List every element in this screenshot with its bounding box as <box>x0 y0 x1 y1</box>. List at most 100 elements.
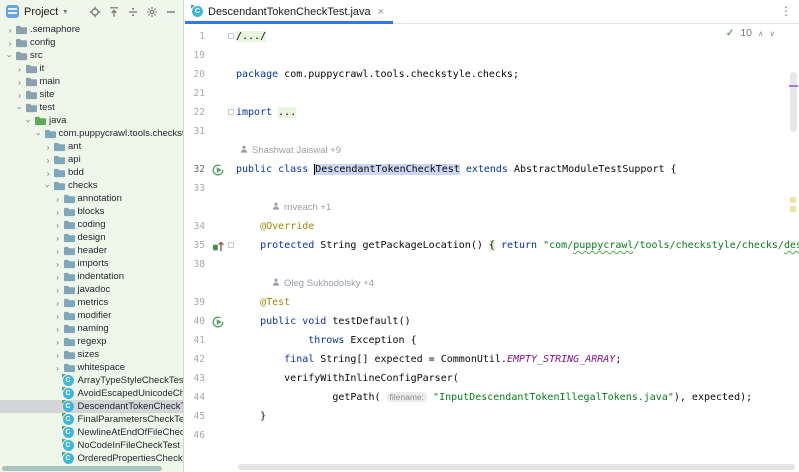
tree-horizontal-scrollbar[interactable] <box>2 466 162 471</box>
tree-item-it[interactable]: ›it <box>0 62 183 75</box>
chevron-down-icon[interactable]: › <box>24 116 34 126</box>
code-line-19[interactable]: 19 <box>185 46 799 65</box>
tree-item-imports[interactable]: ›imports <box>0 257 183 270</box>
tree-item-src[interactable]: ›src <box>0 49 183 62</box>
tree-item-design[interactable]: ›design <box>0 231 183 244</box>
tree-item-descendanttokenchecktest[interactable]: DescendantTokenCheckTest <box>0 400 183 413</box>
chevron-down-icon[interactable]: › <box>34 129 44 139</box>
fold-marker-icon[interactable] <box>228 242 234 248</box>
tree-item-nocodeinfilechecktest[interactable]: NoCodeInFileCheckTest <box>0 439 183 452</box>
code-line-22[interactable]: 22import ... <box>185 103 799 122</box>
tree-item-blocks[interactable]: ›blocks <box>0 205 183 218</box>
tree-item-header[interactable]: ›header <box>0 244 183 257</box>
tree-item-metrics[interactable]: ›metrics <box>0 296 183 309</box>
chevron-right-icon[interactable]: › <box>53 246 63 256</box>
chevron-right-icon[interactable]: › <box>5 38 15 48</box>
author-inlay-hint[interactable]: rnveach +1 <box>185 198 799 217</box>
chevron-right-icon[interactable]: › <box>15 64 25 74</box>
chevron-right-icon[interactable]: › <box>15 77 25 87</box>
code-line-44[interactable]: 44 getPath( filename: "InputDescendantTo… <box>185 388 799 407</box>
chevron-right-icon[interactable]: › <box>43 168 53 178</box>
editor-tab[interactable]: DescendantTokenCheckTest.java × <box>185 0 393 23</box>
tree-item-com-puppycrawl-tools-checkstyle[interactable]: ›com.puppycrawl.tools.checkstyle <box>0 127 183 140</box>
code-line-21[interactable]: 21 <box>185 84 799 103</box>
chevron-right-icon[interactable]: › <box>53 272 63 282</box>
tree-item-regexp[interactable]: ›regexp <box>0 335 183 348</box>
tree-item-whitespace[interactable]: ›whitespace <box>0 361 183 374</box>
tree-item-site[interactable]: ›site <box>0 88 183 101</box>
editor-horizontal-scrollbar[interactable] <box>238 464 795 470</box>
chevron-right-icon[interactable]: › <box>5 25 15 35</box>
code-line-45[interactable]: 45 } <box>185 407 799 426</box>
tree-item-java[interactable]: ›java <box>0 114 183 127</box>
chevron-right-icon[interactable]: › <box>53 337 63 347</box>
tree-item-main[interactable]: ›main <box>0 75 183 88</box>
chevron-right-icon[interactable]: › <box>53 285 63 295</box>
warning-stripe-mark[interactable] <box>790 206 796 212</box>
code-line-33[interactable]: 33 <box>185 179 799 198</box>
chevron-right-icon[interactable]: › <box>53 311 63 321</box>
chevron-right-icon[interactable]: › <box>53 207 63 217</box>
chevron-down-icon[interactable]: ▾ <box>63 7 67 16</box>
tree-item-ant[interactable]: ›ant <box>0 140 183 153</box>
previous-problem-icon[interactable]: ∧ <box>758 29 764 38</box>
tree-item-test[interactable]: ›test <box>0 101 183 114</box>
code-line-31[interactable]: 31 <box>185 122 799 141</box>
tab-close-icon[interactable]: × <box>378 6 384 18</box>
code-line-46[interactable]: 46 <box>185 426 799 445</box>
tree-item-newlineatendoffilechecktest[interactable]: NewlineAtEndOfFileCheckTest <box>0 426 183 439</box>
code-line-39[interactable]: 39 @Test <box>185 293 799 312</box>
project-panel-title[interactable]: Project <box>24 6 58 18</box>
chevron-right-icon[interactable]: › <box>53 194 63 204</box>
code-line-1[interactable]: 1/.../ <box>185 27 799 46</box>
tree-item-finalparameterschecktest[interactable]: FinalParametersCheckTest <box>0 413 183 426</box>
tree-item-arraytypestylechecktest[interactable]: ArrayTypeStyleCheckTest <box>0 374 183 387</box>
author-inlay-hint[interactable]: Oleg Sukhodolsky +4 <box>185 274 799 293</box>
inspections-widget[interactable]: ✓ 10 ∧ ∨ <box>726 27 775 39</box>
editor-vertical-scrollbar[interactable] <box>790 72 797 132</box>
code-line-42[interactable]: 42 final String[] expected = CommonUtil.… <box>185 350 799 369</box>
tree-item-checks[interactable]: ›checks <box>0 179 183 192</box>
tree-item-coding[interactable]: ›coding <box>0 218 183 231</box>
next-problem-icon[interactable]: ∨ <box>770 29 776 38</box>
chevron-right-icon[interactable]: › <box>53 298 63 308</box>
code-line-38[interactable]: 38 <box>185 255 799 274</box>
chevron-right-icon[interactable]: › <box>53 324 63 334</box>
tree-item-sizes[interactable]: ›sizes <box>0 348 183 361</box>
chevron-down-icon[interactable]: › <box>15 103 25 113</box>
code-line-20[interactable]: 20package com.puppycrawl.tools.checkstyl… <box>185 65 799 84</box>
chevron-right-icon[interactable]: › <box>53 350 63 360</box>
tree-item-naming[interactable]: ›naming <box>0 322 183 335</box>
chevron-right-icon[interactable]: › <box>53 363 63 373</box>
settings-icon[interactable] <box>146 6 158 18</box>
tree-item-avoidescapedunicodecharacterschecktest[interactable]: AvoidEscapedUnicodeCharactersCheckTest <box>0 387 183 400</box>
chevron-right-icon[interactable]: › <box>53 233 63 243</box>
tree-item-annotation[interactable]: ›annotation <box>0 192 183 205</box>
author-inlay-hint[interactable]: Shashwat Jaiswal +9 <box>185 141 799 160</box>
fold-marker-icon[interactable] <box>228 109 234 115</box>
tree-item-config[interactable]: ›config <box>0 36 183 49</box>
locate-icon[interactable] <box>89 6 101 18</box>
code-line-43[interactable]: 43 verifyWithInlineConfigParser( <box>185 369 799 388</box>
chevron-right-icon[interactable]: › <box>43 142 53 152</box>
code-line-41[interactable]: 41 throws Exception { <box>185 331 799 350</box>
code-area[interactable]: 1/.../1920package com.puppycrawl.tools.c… <box>185 24 799 472</box>
fold-marker-icon[interactable] <box>228 33 234 39</box>
warning-stripe-mark[interactable] <box>790 197 796 203</box>
code-line-35[interactable]: 35 protected String getPackageLocation()… <box>185 236 799 255</box>
tree-item-bdd[interactable]: ›bdd <box>0 166 183 179</box>
tree-item-javadoc[interactable]: ›javadoc <box>0 283 183 296</box>
tree-item-api[interactable]: ›api <box>0 153 183 166</box>
kebab-menu-icon[interactable]: ⋮ <box>780 4 792 18</box>
scroll-to-source-icon[interactable] <box>108 6 120 18</box>
chevron-right-icon[interactable]: › <box>43 155 53 165</box>
code-line-34[interactable]: 34 @Override <box>185 217 799 236</box>
chevron-down-icon[interactable]: › <box>5 51 15 61</box>
tree-item-modifier[interactable]: ›modifier <box>0 309 183 322</box>
code-line-32[interactable]: 32public class DescendantTokenCheckTest … <box>185 160 799 179</box>
tree-item-orderedpropertieschecktest[interactable]: OrderedPropertiesCheckTest <box>0 452 183 465</box>
tree-item--semaphore[interactable]: ›.semaphore <box>0 23 183 36</box>
chevron-right-icon[interactable]: › <box>53 259 63 269</box>
code-line-40[interactable]: 40 public void testDefault() <box>185 312 799 331</box>
chevron-right-icon[interactable]: › <box>15 90 25 100</box>
